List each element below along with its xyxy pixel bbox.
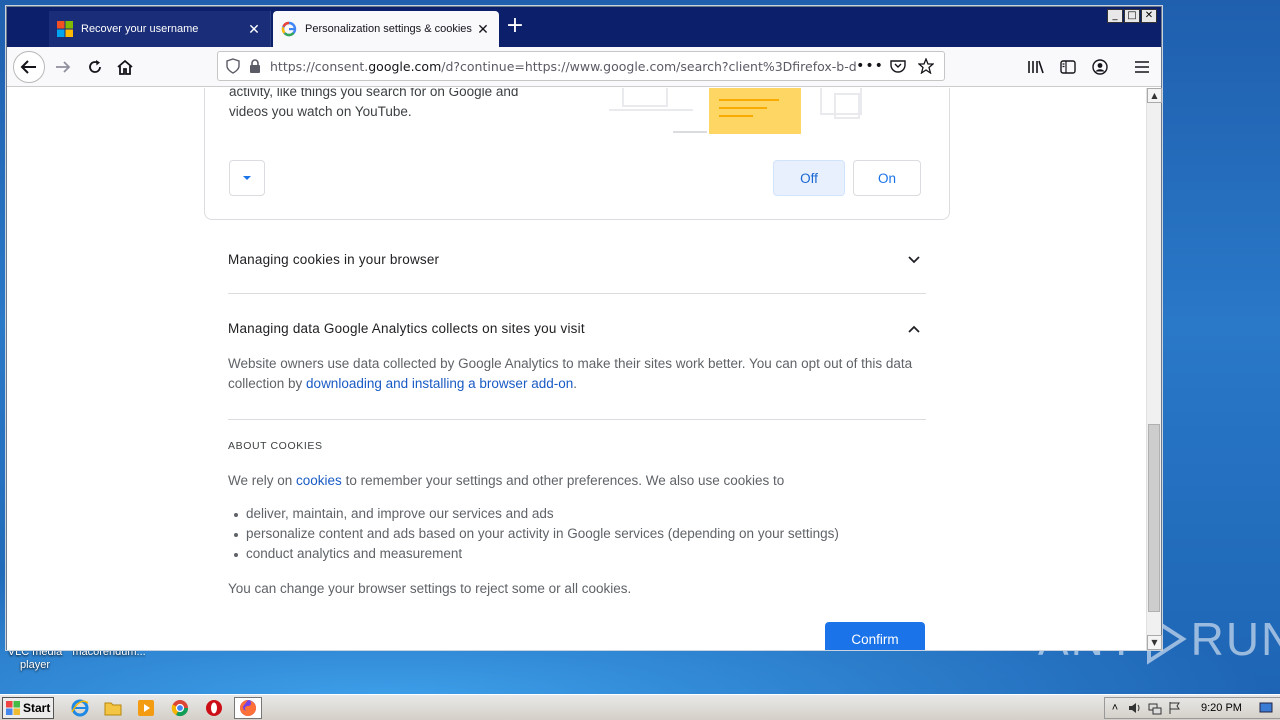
navigation-toolbar: https://consent.google.com/d?continue=ht… xyxy=(7,47,1161,87)
sidebar-icon[interactable] xyxy=(1055,53,1081,81)
forward-arrow-icon xyxy=(56,61,71,73)
close-tab-icon[interactable]: ✕ xyxy=(475,21,491,37)
cookie-uses-list: deliver, maintain, and improve our servi… xyxy=(234,504,839,564)
browser-addon-link[interactable]: downloading and installing a browser add… xyxy=(306,376,573,391)
vertical-scrollbar[interactable]: ▲ ▼ xyxy=(1146,88,1162,650)
tab-label: Recover your username xyxy=(81,23,199,35)
shield-icon[interactable] xyxy=(222,55,244,77)
back-button[interactable] xyxy=(13,51,45,83)
section-title: Managing cookies in your browser xyxy=(228,252,440,267)
scroll-down-arrow[interactable]: ▼ xyxy=(1147,635,1162,650)
section-title: Managing data Google Analytics collects … xyxy=(228,321,585,336)
scroll-up-arrow[interactable]: ▲ xyxy=(1147,88,1162,103)
chrome-icon[interactable] xyxy=(170,698,190,718)
about-intro-after: to remember your settings and other pref… xyxy=(341,473,785,488)
start-button[interactable]: Start xyxy=(2,697,54,719)
lock-icon[interactable] xyxy=(244,55,266,77)
reload-icon xyxy=(89,60,101,73)
pocket-icon[interactable] xyxy=(884,55,912,77)
maximize-button[interactable]: □ xyxy=(1124,9,1140,23)
analytics-end: . xyxy=(573,376,577,391)
account-icon[interactable] xyxy=(1087,53,1113,81)
analytics-description: Website owners use data collected by Goo… xyxy=(228,354,928,394)
media-player-icon[interactable] xyxy=(136,698,156,718)
back-arrow-icon xyxy=(20,60,36,74)
chevron-down-icon[interactable] xyxy=(906,252,922,268)
page-content: activity, like things you search for on … xyxy=(7,88,1147,650)
about-intro-before: We rely on xyxy=(228,473,297,488)
new-tab-button[interactable]: + xyxy=(505,15,525,37)
watermark-run: RUN xyxy=(1190,613,1280,665)
flag-icon[interactable] xyxy=(1165,698,1185,718)
caret-down-icon xyxy=(243,176,251,180)
show-desktop-icon[interactable] xyxy=(1256,698,1276,718)
url-domain: google.com xyxy=(368,58,442,74)
confirm-button[interactable]: Confirm xyxy=(825,622,925,650)
forward-button[interactable] xyxy=(49,53,77,81)
toolbar-right xyxy=(1023,53,1155,81)
about-cookies-heading: ABOUT COOKIES xyxy=(228,440,323,452)
cookies-section-header[interactable]: Managing cookies in your browser xyxy=(228,252,926,270)
cookies-link[interactable]: cookies xyxy=(296,473,342,488)
personalization-card: activity, like things you search for on … xyxy=(204,88,950,220)
tab-recover-username[interactable]: Recover your username ✕ xyxy=(49,11,271,47)
minimize-button[interactable]: _ xyxy=(1107,9,1123,23)
firefox-icon[interactable] xyxy=(234,697,262,719)
off-button[interactable]: Off xyxy=(773,160,845,196)
divider xyxy=(228,293,926,294)
list-item: personalize content and ads based on you… xyxy=(234,524,839,544)
volume-icon[interactable] xyxy=(1125,698,1145,718)
personalization-illustration xyxy=(609,88,862,134)
on-button[interactable]: On xyxy=(853,160,921,196)
tab-personalization[interactable]: Personalization settings & cookies ✕ xyxy=(273,11,499,47)
system-tray: ˄ 9:20 PM xyxy=(1104,697,1280,719)
tab-label: Personalization settings & cookies xyxy=(305,23,472,35)
closing-text: You can change your browser settings to … xyxy=(228,581,632,596)
window-controls: _ □ ✕ xyxy=(1107,9,1157,23)
more-actions-icon[interactable]: ••• xyxy=(856,55,884,77)
about-intro: We rely on cookies to remember your sett… xyxy=(228,471,928,491)
menu-hamburger-icon[interactable] xyxy=(1129,53,1155,81)
folder-icon[interactable] xyxy=(103,698,123,718)
library-icon[interactable] xyxy=(1023,53,1049,81)
chevron-up-icon[interactable]: ˄ xyxy=(1105,698,1125,718)
scroll-thumb[interactable] xyxy=(1148,424,1160,612)
list-item: deliver, maintain, and improve our servi… xyxy=(234,504,839,524)
start-label: Start xyxy=(23,701,51,715)
expand-details-button[interactable] xyxy=(229,160,265,196)
list-item: conduct analytics and measurement xyxy=(234,544,839,564)
url-rest: /d?continue=https://www.google.com/searc… xyxy=(441,58,856,74)
taskbar: Start ˄ 9:20 PM xyxy=(0,694,1280,720)
divider xyxy=(228,419,926,420)
reload-button[interactable] xyxy=(81,53,109,81)
clock[interactable]: 9:20 PM xyxy=(1201,702,1242,714)
url-bar[interactable]: https://consent.google.com/d?continue=ht… xyxy=(217,51,945,81)
home-icon xyxy=(117,59,133,75)
chevron-up-icon[interactable] xyxy=(906,321,922,337)
browser-window: Recover your username ✕ Personalization … xyxy=(6,6,1162,650)
url-prefix: https://consent. xyxy=(270,58,369,74)
bookmark-star-icon[interactable] xyxy=(912,55,940,77)
google-g-icon xyxy=(281,21,297,37)
network-icon[interactable] xyxy=(1145,698,1165,718)
microsoft-logo-icon xyxy=(57,21,73,37)
windows-flag-icon xyxy=(6,701,20,715)
internet-explorer-icon[interactable] xyxy=(70,698,90,718)
analytics-section-header[interactable]: Managing data Google Analytics collects … xyxy=(228,321,926,339)
tab-strip: Recover your username ✕ Personalization … xyxy=(7,7,1161,47)
url-text[interactable]: https://consent.google.com/d?continue=ht… xyxy=(270,59,856,74)
card-description: activity, like things you search for on … xyxy=(229,88,519,119)
opera-icon[interactable] xyxy=(204,698,224,718)
close-tab-icon[interactable]: ✕ xyxy=(246,21,262,37)
close-window-button[interactable]: ✕ xyxy=(1141,9,1157,23)
home-button[interactable] xyxy=(111,53,139,81)
